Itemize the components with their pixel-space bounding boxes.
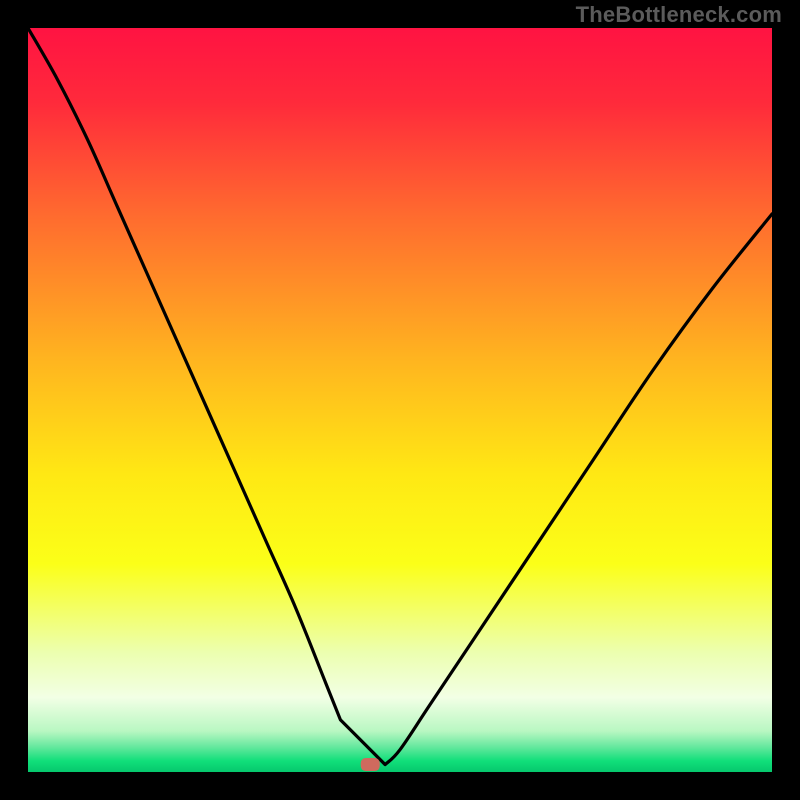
marker-point (361, 758, 380, 771)
chart-container: TheBottleneck.com (0, 0, 800, 800)
plot-area (28, 28, 772, 772)
watermark-text: TheBottleneck.com (576, 2, 782, 28)
plot-svg (28, 28, 772, 772)
gradient-background (28, 28, 772, 772)
